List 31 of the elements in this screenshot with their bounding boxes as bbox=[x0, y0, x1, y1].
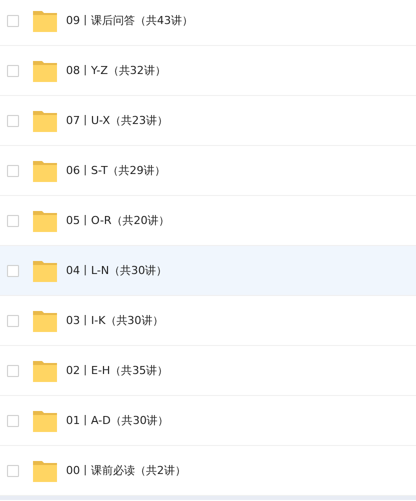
folder-name: 05丨O-R（共20讲） bbox=[66, 213, 170, 228]
folder-name: 01丨A-D（共30讲） bbox=[66, 413, 169, 428]
folder-icon bbox=[33, 410, 57, 432]
checkbox[interactable] bbox=[7, 464, 19, 476]
folder-icon bbox=[33, 110, 57, 132]
folder-icon bbox=[33, 360, 57, 382]
checkbox[interactable] bbox=[7, 314, 19, 326]
checkbox[interactable] bbox=[7, 14, 19, 26]
folder-icon bbox=[33, 10, 57, 32]
folder-name: 07丨U-X（共23讲） bbox=[66, 113, 168, 128]
folder-name: 03丨I-K（共30讲） bbox=[66, 313, 164, 328]
checkbox[interactable] bbox=[7, 264, 19, 276]
folder-name: 09丨课后问答（共43讲） bbox=[66, 13, 193, 28]
folder-icon bbox=[33, 310, 57, 332]
folder-icon bbox=[33, 60, 57, 82]
folder-name: 00丨课前必读（共2讲） bbox=[66, 463, 186, 478]
folder-icon bbox=[33, 210, 57, 232]
folder-name: 04丨L-N（共30讲） bbox=[66, 263, 168, 278]
folder-icon bbox=[33, 160, 57, 182]
checkbox[interactable] bbox=[7, 214, 19, 226]
folder-name: 02丨E-H（共35讲） bbox=[66, 363, 168, 378]
folder-icon bbox=[33, 460, 57, 482]
folder-name: 08丨Y-Z（共32讲） bbox=[66, 63, 166, 78]
checkbox[interactable] bbox=[7, 114, 19, 126]
checkbox[interactable] bbox=[7, 164, 19, 176]
checkbox[interactable] bbox=[7, 414, 19, 426]
checkbox[interactable] bbox=[7, 64, 19, 76]
folder-row[interactable]: 04丨L-N（共30讲） bbox=[0, 246, 416, 296]
folder-icon bbox=[33, 260, 57, 282]
folder-name: 06丨S-T（共29讲） bbox=[66, 163, 166, 178]
checkbox[interactable] bbox=[7, 364, 19, 376]
